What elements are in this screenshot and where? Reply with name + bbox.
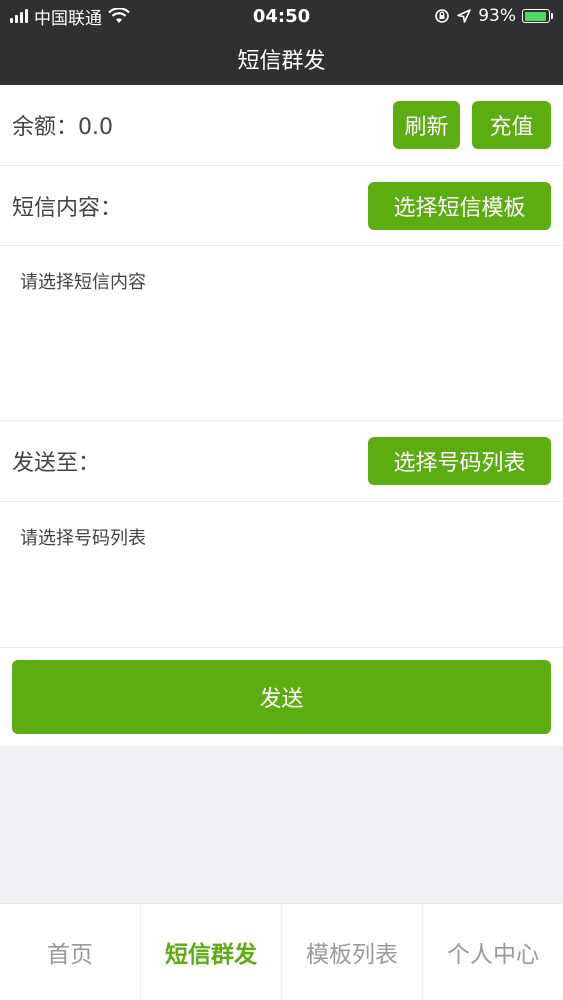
recipients-label: 发送至： xyxy=(12,451,101,476)
tab-sms-broadcast[interactable]: 短信群发 xyxy=(141,904,282,1000)
status-right: 93% xyxy=(434,6,553,26)
signal-icon xyxy=(10,9,28,23)
balance-row: 余额：0.0 刷新 充值 xyxy=(0,85,563,166)
select-number-list-button[interactable]: 选择号码列表 xyxy=(368,437,551,485)
page-title: 短信群发 xyxy=(237,48,326,74)
select-template-button[interactable]: 选择短信模板 xyxy=(368,181,551,230)
content-header-row: 短信内容： 选择短信模板 xyxy=(0,166,563,246)
tab-template-list[interactable]: 模板列表 xyxy=(282,904,423,1000)
wifi-icon xyxy=(108,8,130,23)
balance-actions: 刷新 充值 xyxy=(393,101,551,149)
send-section: 发送 xyxy=(0,648,563,746)
tab-bar: 首页 短信群发 模板列表 个人中心 xyxy=(0,903,563,1000)
balance-label: 余额： xyxy=(12,115,79,140)
battery-icon xyxy=(522,9,553,23)
battery-percent: 93% xyxy=(478,6,516,26)
recipients-field[interactable]: 请选择号码列表 xyxy=(0,502,563,648)
refresh-button[interactable]: 刷新 xyxy=(393,101,460,149)
nav-bar: 短信群发 xyxy=(0,32,563,85)
send-button[interactable]: 发送 xyxy=(12,660,551,734)
balance-value: 0.0 xyxy=(78,115,114,140)
recipients-placeholder: 请选择号码列表 xyxy=(20,528,146,549)
status-left: 中国联通 xyxy=(10,4,130,29)
balance-display: 余额：0.0 xyxy=(12,109,113,141)
status-bar: 中国联通 04:50 93% xyxy=(0,0,563,32)
orientation-lock-icon xyxy=(435,9,450,23)
sms-content-placeholder: 请选择短信内容 xyxy=(20,272,146,293)
content-label: 短信内容： xyxy=(12,195,123,221)
recipients-header-row: 发送至： 选择号码列表 xyxy=(0,421,563,502)
sms-content-field[interactable]: 请选择短信内容 xyxy=(0,246,563,421)
tab-home[interactable]: 首页 xyxy=(0,904,141,1000)
carrier-name: 中国联通 xyxy=(34,8,102,29)
tab-personal-center[interactable]: 个人中心 xyxy=(423,904,563,1000)
location-icon xyxy=(457,9,472,23)
recharge-button[interactable]: 充值 xyxy=(472,101,551,149)
